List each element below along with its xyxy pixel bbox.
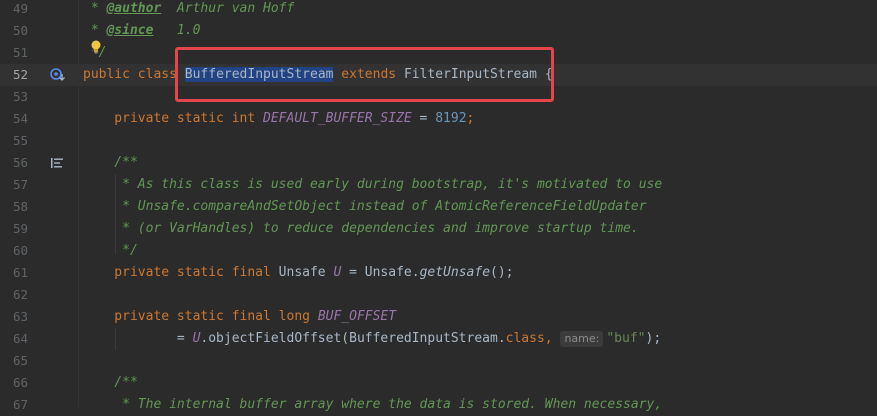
code-line[interactable]: 57 * As this class is used early during … (0, 174, 877, 196)
line-number: 54 (12, 111, 28, 126)
code-line[interactable]: 59 * (or VarHandles) to reduce dependenc… (0, 218, 877, 240)
code-line[interactable]: 56 /** (0, 152, 877, 174)
line-number: 62 (12, 287, 28, 302)
line-number: 52 (12, 67, 28, 82)
code-line[interactable]: 63 private static final long BUF_OFFSET (0, 306, 877, 328)
code-line[interactable]: 58 * Unsafe.compareAndSetObject instead … (0, 196, 877, 218)
code-line[interactable]: 64 = U.objectFieldOffset(BufferedInputSt… (0, 328, 877, 350)
code-line[interactable]: 60 */ (0, 240, 877, 262)
code-text[interactable]: /** (83, 372, 138, 394)
code-line[interactable]: 65 (0, 350, 877, 372)
line-number: 58 (12, 199, 28, 214)
javadoc-toggle-icon[interactable] (50, 157, 64, 169)
code-text[interactable]: * Unsafe.compareAndSetObject instead of … (83, 196, 646, 218)
lightbulb-icon[interactable] (90, 40, 102, 54)
code-line[interactable]: 67 * The internal buffer array where the… (0, 394, 877, 416)
line-number: 67 (12, 397, 28, 412)
code-line[interactable]: 49 * @author Arthur van Hoff (0, 0, 877, 20)
line-number: 55 (12, 133, 28, 148)
line-number: 65 (12, 353, 28, 368)
line-number: 60 (12, 243, 28, 258)
annotation-highlight-box (175, 47, 554, 102)
code-text[interactable]: */ (83, 240, 138, 262)
code-text[interactable]: private static final long BUF_OFFSET (83, 306, 396, 328)
code-text[interactable]: * @author Arthur van Hoff (83, 0, 295, 20)
line-number: 59 (12, 221, 28, 236)
line-number: 64 (12, 331, 28, 346)
indent-guide (115, 174, 116, 254)
code-line[interactable]: 50 * @since 1.0 (0, 20, 877, 42)
line-number: 61 (12, 265, 28, 280)
line-number: 63 (12, 309, 28, 324)
code-line[interactable]: 55 (0, 130, 877, 152)
code-text[interactable]: private static int DEFAULT_BUFFER_SIZE =… (83, 108, 474, 130)
code-text[interactable]: private static final Unsafe U = Unsafe.g… (83, 262, 513, 284)
code-line[interactable]: 54 private static int DEFAULT_BUFFER_SIZ… (0, 108, 877, 130)
code-text[interactable]: = U.objectFieldOffset(BufferedInputStrea… (83, 328, 661, 350)
code-text[interactable]: * @since 1.0 (83, 20, 201, 42)
indent-guide (115, 328, 116, 350)
code-text[interactable]: * (or VarHandles) to reduce dependencies… (83, 218, 639, 240)
code-line[interactable]: 61 private static final Unsafe U = Unsaf… (0, 262, 877, 284)
code-text[interactable]: /** (83, 152, 138, 174)
line-number: 53 (12, 89, 28, 104)
implemented-icon[interactable] (50, 68, 66, 82)
line-number: 57 (12, 177, 28, 192)
code-text[interactable]: * The internal buffer array where the da… (83, 394, 662, 416)
line-number: 49 (12, 1, 28, 16)
line-number: 51 (12, 45, 28, 60)
code-line[interactable]: 62 (0, 284, 877, 306)
code-text[interactable]: * As this class is used early during boo… (83, 174, 662, 196)
code-line[interactable]: 66 /** (0, 372, 877, 394)
line-number: 66 (12, 375, 28, 390)
line-number: 50 (12, 23, 28, 38)
parameter-name-hint: name: (560, 331, 604, 347)
line-number: 56 (12, 155, 28, 170)
